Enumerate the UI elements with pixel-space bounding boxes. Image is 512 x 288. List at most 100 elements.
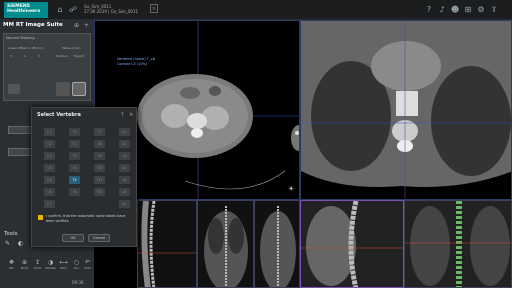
select-vertebra-dialog: Select Vertebra ? × C1 T1 T7 L1 C2 T2 T8 L2 C3 T3… [31,107,137,247]
ruler-tool[interactable]: ⟷ Ruler [58,259,69,272]
help-icon[interactable]: ? [121,112,124,118]
bell-icon[interactable]: ♪ [437,5,447,15]
contour-icon[interactable]: ◐ [18,240,23,247]
vertebra-button-s1[interactable]: S1 [119,200,130,208]
edit-icon[interactable]: ✎ [5,240,10,247]
vertebra-button-c2[interactable]: C2 [44,140,55,148]
height-label: Height [74,54,84,58]
vertebra-button-l1[interactable]: L1 [119,128,130,136]
brightness-icon[interactable]: ☀ [288,185,294,193]
vertebra-button-l6[interactable]: L6 [119,188,130,196]
vertebra-button-c5[interactable]: C5 [44,176,55,184]
patient-info: 27.06.2019 | Go_Sim_0011 [84,9,139,14]
vertebra-button-t2[interactable]: T2 [69,140,80,148]
vertebra-button-t12[interactable]: T12 [94,188,105,196]
sagittal-viewport-2[interactable] [300,200,404,288]
vertebra-button-c1[interactable]: C1 [44,128,55,136]
scroll-label: Scroll [33,267,42,270]
help-icon[interactable]: ? [424,5,434,15]
vertebra-button-t5[interactable]: T5 [69,176,80,184]
cancel-button[interactable]: Cancel [88,234,110,242]
vertebra-button-t3[interactable]: T3 [69,152,80,160]
tools-label: Tools [4,231,18,237]
vertebra-button-c6[interactable]: C6 [44,188,55,196]
tables-label: Tables (mm) [62,46,81,50]
plus-icon[interactable]: + [84,22,89,29]
vertebra-button-l5[interactable]: L5 [119,176,130,184]
vertebra-button-t6[interactable]: T6 [69,188,80,196]
erase-tool-button[interactable] [72,82,86,96]
ruler-label: Ruler [60,267,67,270]
patient-tab[interactable]: Go_Sim_0011 27.06.2019 | Go_Sim_0011 [84,4,154,18]
brush-tool-button[interactable] [56,82,70,96]
vertebra-button-t1[interactable]: T1 [69,128,80,136]
axial-annotation: Vertebra (Spine) T_x8 Lumbar L3 (10%) [117,57,157,66]
coronal-viewport[interactable] [300,20,512,200]
zoom-icon[interactable]: ⊕ [74,22,79,29]
window-icon: ◑ [47,259,54,266]
masking-panel: Volume Masking Lower Offset in dB (cm) T… [3,33,91,101]
patient-browser-icon[interactable]: ☍ [68,5,78,15]
axial-annot-2: Lumbar L3 (10%) [117,61,148,66]
scroll-tool[interactable]: ↕ Scroll [32,259,43,272]
zoom-icon: ⊕ [21,259,28,266]
vertebra-button-t7[interactable]: T7 [94,128,105,136]
share-icon[interactable]: ⇪ [489,5,499,15]
vertebra-button-t8[interactable]: T8 [94,140,105,148]
close-icon[interactable]: × [150,4,158,13]
vertebra-button-c7[interactable]: C7 [44,200,55,208]
coronal-viewport-2[interactable] [254,200,300,288]
sagittal-image-2 [301,201,403,287]
lower-offset-label: Lower Offset in dB (cm) [8,46,44,50]
masking-label: Volume Masking [6,36,35,40]
zoom-tool[interactable]: ⊕ Zoom [19,259,30,272]
vertebra-button-t9[interactable]: T9 [94,152,105,160]
home-icon[interactable]: ⌂ [55,5,65,15]
undo-label: Undo [84,267,91,270]
roi-label: Roi [74,267,79,270]
thorax-ct-image [301,21,511,199]
siemens-logo: SIEMENS Healthineers [4,2,48,18]
vertebra-button-l3[interactable]: L3 [119,152,130,160]
roi-icon: ○ [73,259,80,266]
ok-button[interactable]: OK [62,234,84,242]
confirm-text: I confirm, that the automatic spine labe… [46,214,126,223]
ruler-icon: ⟷ [59,259,68,266]
mask-tool-button[interactable] [8,84,20,94]
window-tool[interactable]: ◑ Window [45,259,56,272]
axial-annot-1: Vertebra (Spine) T_x8 [117,57,155,61]
vertebra-button-t11[interactable]: T11 [94,176,105,184]
roi-tool[interactable]: ○ Roi [71,259,82,272]
window-label: Window [45,267,56,270]
vertebra-button-l4[interactable]: L4 [119,164,130,172]
value-2[interactable]: 4 [24,54,26,58]
pan-tool[interactable]: ✥ Pan [6,259,17,272]
vertebra-button-c3[interactable]: C3 [44,152,55,160]
coronal-viewport-1[interactable] [197,200,254,288]
brand-line2: Healthineers [7,9,41,14]
layout-icon[interactable]: ⊞ [463,5,473,15]
pan-label: Pan [9,267,14,270]
app-window: SIEMENS Healthineers ⌂ ☍ Go_Sim_0011 27.… [0,0,512,288]
vertebra-button-t10[interactable]: T10 [94,164,105,172]
coronal-image-3 [405,201,511,287]
vertebra-button-t4[interactable]: T4 [69,164,80,172]
dialog-title: Select Vertebra [37,112,81,118]
sagittal-viewport-1[interactable] [137,200,197,288]
close-icon[interactable]: × [129,112,133,118]
clock: 09:36 [72,280,84,285]
value-3[interactable]: 5 [38,54,40,58]
value-1[interactable]: 5 [10,54,12,58]
sagittal-image-1 [138,201,196,287]
app-title: MM RT Image Suite [3,22,63,28]
confirm-checkbox[interactable] [38,215,43,220]
undo-tool[interactable]: ↶ Undo [82,259,93,272]
settings-icon[interactable]: ⚙ [476,5,486,15]
position-label: Position [56,54,68,58]
coronal-viewport-3[interactable] [404,200,512,288]
users-icon[interactable]: ☻ [450,5,460,15]
vertebra-button-c4[interactable]: C4 [44,164,55,172]
pan-icon: ✥ [8,259,15,266]
vertebra-button-l2[interactable]: L2 [119,140,130,148]
coronal-image-1 [198,201,253,287]
